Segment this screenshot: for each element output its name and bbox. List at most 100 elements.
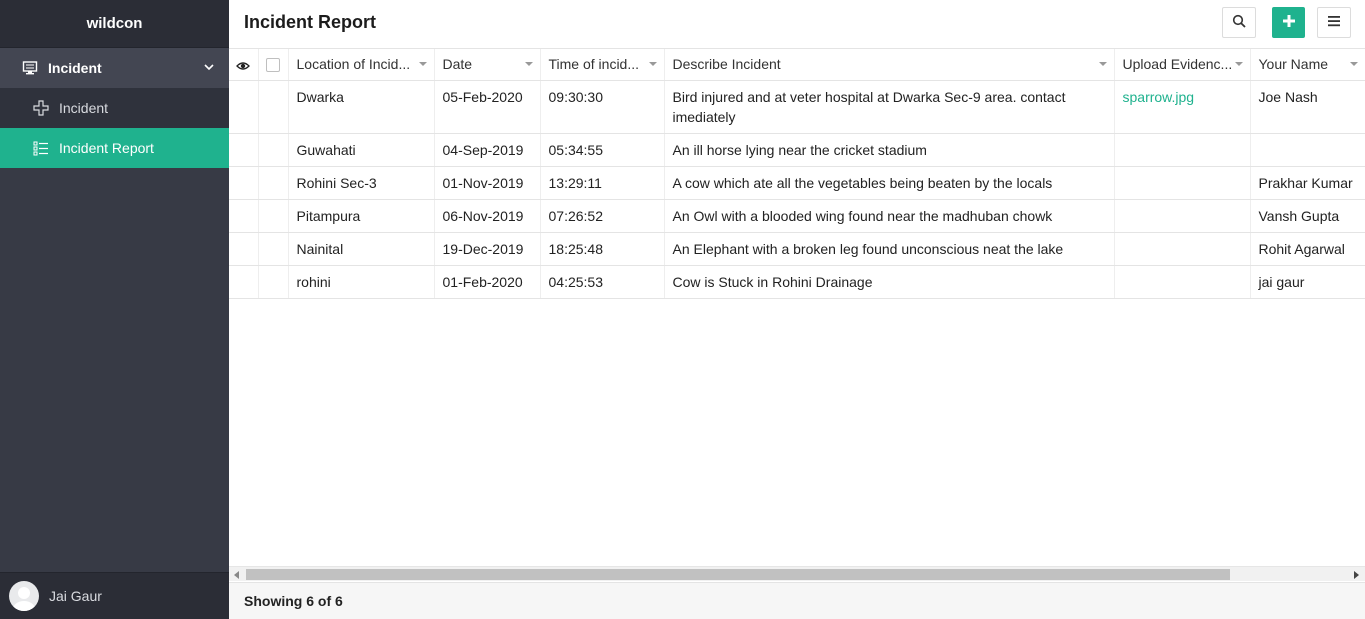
cell-description: An Owl with a blooded wing found near th… bbox=[664, 199, 1115, 233]
cell-location: Pitampura bbox=[288, 199, 435, 233]
row-select-cell[interactable] bbox=[258, 80, 289, 134]
user-name: Jai Gaur bbox=[49, 588, 102, 604]
row-view-cell[interactable] bbox=[229, 166, 259, 200]
row-select-cell[interactable] bbox=[258, 265, 289, 299]
cell-name: Prakhar Kumar bbox=[1250, 166, 1365, 200]
search-icon bbox=[1232, 14, 1246, 31]
scroll-right-arrow-icon[interactable] bbox=[1354, 571, 1359, 579]
cell-time: 09:30:30 bbox=[540, 80, 665, 134]
cell-evidence bbox=[1114, 232, 1251, 266]
column-header-time[interactable]: Time of incid... bbox=[540, 49, 665, 81]
evidence-file-link[interactable]: sparrow.jpg bbox=[1114, 80, 1251, 134]
brand-logo[interactable]: wildcon bbox=[0, 0, 229, 48]
sidebar-group-label: Incident bbox=[48, 60, 102, 76]
eye-icon bbox=[236, 56, 251, 72]
record-count-status: Showing 6 of 6 bbox=[244, 593, 343, 609]
column-header-name[interactable]: Your Name bbox=[1250, 49, 1365, 81]
cell-date: 01-Nov-2019 bbox=[434, 166, 541, 200]
cell-description: An Elephant with a broken leg found unco… bbox=[664, 232, 1115, 266]
page-title: Incident Report bbox=[244, 12, 377, 32]
table-row[interactable]: Guwahati 04-Sep-2019 05:34:55 An ill hor… bbox=[229, 133, 1365, 167]
grid-footer: Showing 6 of 6 bbox=[229, 582, 1365, 619]
row-select-cell[interactable] bbox=[258, 199, 289, 233]
cell-description: Cow is Stuck in Rohini Drainage bbox=[664, 265, 1115, 299]
row-select-cell[interactable] bbox=[258, 232, 289, 266]
cell-location: Guwahati bbox=[288, 133, 435, 167]
sidebar: wildcon Incident Incident Incident Repor… bbox=[0, 0, 229, 619]
monitor-icon bbox=[22, 60, 38, 76]
table-row[interactable]: Nainital 19-Dec-2019 18:25:48 An Elephan… bbox=[229, 232, 1365, 266]
sidebar-item-incident[interactable]: Incident bbox=[0, 88, 229, 128]
plus-icon bbox=[1282, 14, 1296, 31]
cell-description: A cow which ate all the vegetables being… bbox=[664, 166, 1115, 200]
sort-arrow-icon[interactable] bbox=[524, 62, 533, 66]
cell-date: 19-Dec-2019 bbox=[434, 232, 541, 266]
sidebar-item-label: Incident bbox=[59, 100, 109, 116]
sort-arrow-icon[interactable] bbox=[648, 62, 657, 66]
incident-grid: Location of Incid... Date Time of incid.… bbox=[229, 49, 1365, 566]
column-header-description[interactable]: Describe Incident bbox=[664, 49, 1115, 81]
list-icon bbox=[33, 140, 49, 156]
cell-location: Rohini Sec-3 bbox=[288, 166, 435, 200]
select-all-header[interactable] bbox=[258, 49, 289, 81]
table-row[interactable]: rohini 01-Feb-2020 04:25:53 Cow is Stuck… bbox=[229, 265, 1365, 299]
column-header-evidence[interactable]: Upload Evidenc... bbox=[1114, 49, 1251, 81]
user-profile[interactable]: Jai Gaur bbox=[0, 572, 229, 619]
cell-time: 18:25:48 bbox=[540, 232, 665, 266]
cell-description: Bird injured and at veter hospital at Dw… bbox=[664, 80, 1115, 134]
row-view-cell[interactable] bbox=[229, 265, 259, 299]
sort-arrow-icon[interactable] bbox=[1234, 62, 1243, 66]
cell-name: Vansh Gupta bbox=[1250, 199, 1365, 233]
table-header-row: Location of Incid... Date Time of incid.… bbox=[229, 49, 1365, 81]
column-header-date[interactable]: Date bbox=[434, 49, 541, 81]
row-view-cell[interactable] bbox=[229, 199, 259, 233]
cell-evidence bbox=[1114, 133, 1251, 167]
cell-name bbox=[1250, 133, 1365, 167]
cell-location: rohini bbox=[288, 265, 435, 299]
row-view-cell[interactable] bbox=[229, 80, 259, 134]
sort-arrow-icon[interactable] bbox=[1098, 62, 1107, 66]
hamburger-menu-icon bbox=[1327, 14, 1341, 31]
column-header-location[interactable]: Location of Incid... bbox=[288, 49, 435, 81]
view-column-header bbox=[229, 49, 259, 81]
add-record-button[interactable] bbox=[1272, 7, 1305, 38]
cell-name: jai gaur bbox=[1250, 265, 1365, 299]
table-row[interactable]: Pitampura 06-Nov-2019 07:26:52 An Owl wi… bbox=[229, 199, 1365, 233]
avatar bbox=[9, 581, 39, 611]
cell-location: Nainital bbox=[288, 232, 435, 266]
cell-evidence bbox=[1114, 199, 1251, 233]
page-header: Incident Report bbox=[229, 0, 1365, 49]
cell-evidence bbox=[1114, 265, 1251, 299]
sidebar-group-incident[interactable]: Incident bbox=[0, 48, 229, 88]
cell-time: 05:34:55 bbox=[540, 133, 665, 167]
cell-time: 04:25:53 bbox=[540, 265, 665, 299]
scroll-left-arrow-icon[interactable] bbox=[234, 571, 239, 579]
sort-arrow-icon[interactable] bbox=[1349, 62, 1358, 66]
cell-date: 01-Feb-2020 bbox=[434, 265, 541, 299]
scrollbar-thumb[interactable] bbox=[246, 569, 1230, 580]
row-select-cell[interactable] bbox=[258, 133, 289, 167]
table-row[interactable]: Rohini Sec-3 01-Nov-2019 13:29:11 A cow … bbox=[229, 166, 1365, 200]
table-row[interactable]: Dwarka 05-Feb-2020 09:30:30 Bird injured… bbox=[229, 80, 1365, 134]
add-form-icon bbox=[33, 100, 49, 116]
row-view-cell[interactable] bbox=[229, 133, 259, 167]
cell-name: Rohit Agarwal bbox=[1250, 232, 1365, 266]
cell-location: Dwarka bbox=[288, 80, 435, 134]
row-view-cell[interactable] bbox=[229, 232, 259, 266]
menu-button[interactable] bbox=[1317, 7, 1351, 38]
cell-time: 07:26:52 bbox=[540, 199, 665, 233]
search-button[interactable] bbox=[1222, 7, 1256, 38]
sidebar-item-incident-report[interactable]: Incident Report bbox=[0, 128, 229, 168]
horizontal-scrollbar[interactable] bbox=[229, 566, 1365, 581]
row-select-cell[interactable] bbox=[258, 166, 289, 200]
sidebar-item-label: Incident Report bbox=[59, 140, 154, 156]
cell-date: 05-Feb-2020 bbox=[434, 80, 541, 134]
cell-description: An ill horse lying near the cricket stad… bbox=[664, 133, 1115, 167]
cell-date: 06-Nov-2019 bbox=[434, 199, 541, 233]
select-all-checkbox[interactable] bbox=[266, 58, 280, 73]
incident-table: Location of Incid... Date Time of incid.… bbox=[229, 49, 1365, 299]
cell-time: 13:29:11 bbox=[540, 166, 665, 200]
cell-date: 04-Sep-2019 bbox=[434, 133, 541, 167]
sort-arrow-icon[interactable] bbox=[418, 62, 427, 66]
cell-evidence bbox=[1114, 166, 1251, 200]
